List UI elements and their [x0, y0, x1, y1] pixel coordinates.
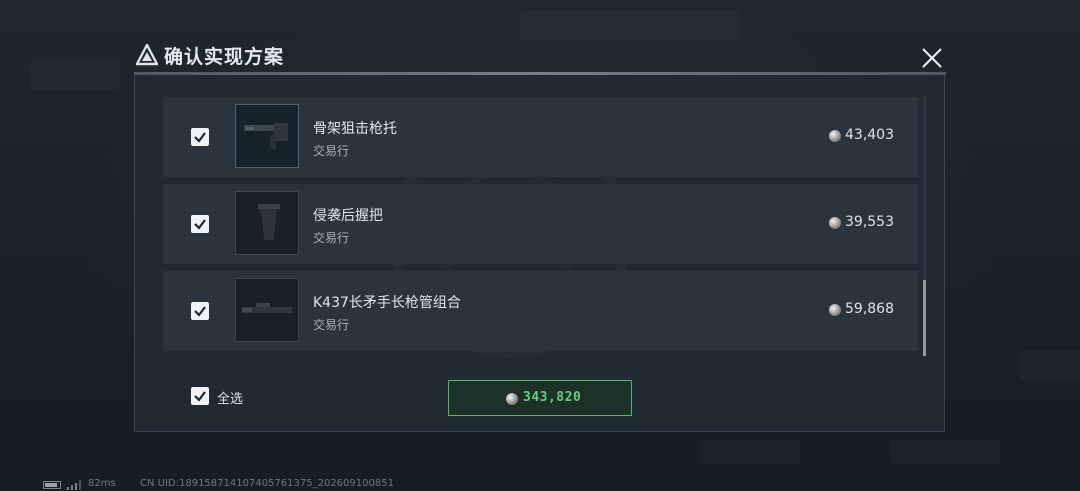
item-checkbox[interactable]: [191, 128, 209, 146]
item-price: 39,553: [845, 214, 894, 230]
item-source: 交易行: [313, 144, 350, 158]
close-icon[interactable]: [920, 46, 944, 70]
coin-icon: [829, 304, 841, 316]
checkmark-icon: [194, 306, 206, 317]
checkmark-icon: [194, 219, 206, 230]
list-item: 侵袭后握把 交易行 39,553: [163, 184, 918, 264]
confirm-purchase-button[interactable]: 343,820: [448, 380, 632, 416]
total-price: 343,820: [523, 390, 582, 405]
item-source: 交易行: [313, 231, 350, 245]
checkmark-icon: [194, 132, 206, 143]
item-checkbox[interactable]: [191, 302, 209, 320]
item-source: 交易行: [313, 318, 350, 332]
battery-icon: [43, 481, 61, 489]
checkmark-icon: [194, 391, 206, 402]
barrel-icon: [242, 303, 292, 313]
select-all-checkbox[interactable]: [191, 387, 209, 405]
dialog-header: 确认实现方案: [134, 40, 946, 72]
select-all-label: 全选: [217, 392, 244, 407]
background-panel: [520, 10, 740, 40]
item-name: K437长矛手长枪管组合: [313, 295, 461, 311]
dialog-title: 确认实现方案: [164, 46, 285, 68]
coin-icon: [829, 130, 841, 142]
item-thumbnail[interactable]: [235, 191, 299, 255]
grip-icon: [258, 204, 280, 240]
item-price: 59,868: [845, 301, 894, 317]
sniper-stock-icon: [244, 123, 288, 149]
background-panel: [700, 440, 800, 464]
list-item: K437长矛手长枪管组合 交易行 59,868: [163, 271, 918, 351]
item-name: 侵袭后握把: [313, 208, 383, 224]
uid-text: CN UID:18915871410740576137​5_2026091008…: [140, 478, 394, 489]
item-thumbnail[interactable]: [235, 104, 299, 168]
coin-icon: [829, 217, 841, 229]
background-panel: [1020, 350, 1080, 380]
item-name: 骨架狙击枪托: [313, 121, 397, 137]
list-item: 骨架狙击枪托 交易行 43,403: [163, 97, 918, 177]
item-thumbnail[interactable]: [235, 278, 299, 342]
triangle-logo-icon: [136, 44, 158, 66]
scrollbar-thumb[interactable]: [923, 280, 926, 356]
coin-icon: [506, 393, 518, 405]
background-panel: [890, 440, 1000, 464]
item-price: 43,403: [845, 127, 894, 143]
ping-readout: 82ms: [88, 478, 116, 489]
item-checkbox[interactable]: [191, 215, 209, 233]
signal-icon: [67, 480, 81, 490]
background-panel: [30, 60, 120, 90]
